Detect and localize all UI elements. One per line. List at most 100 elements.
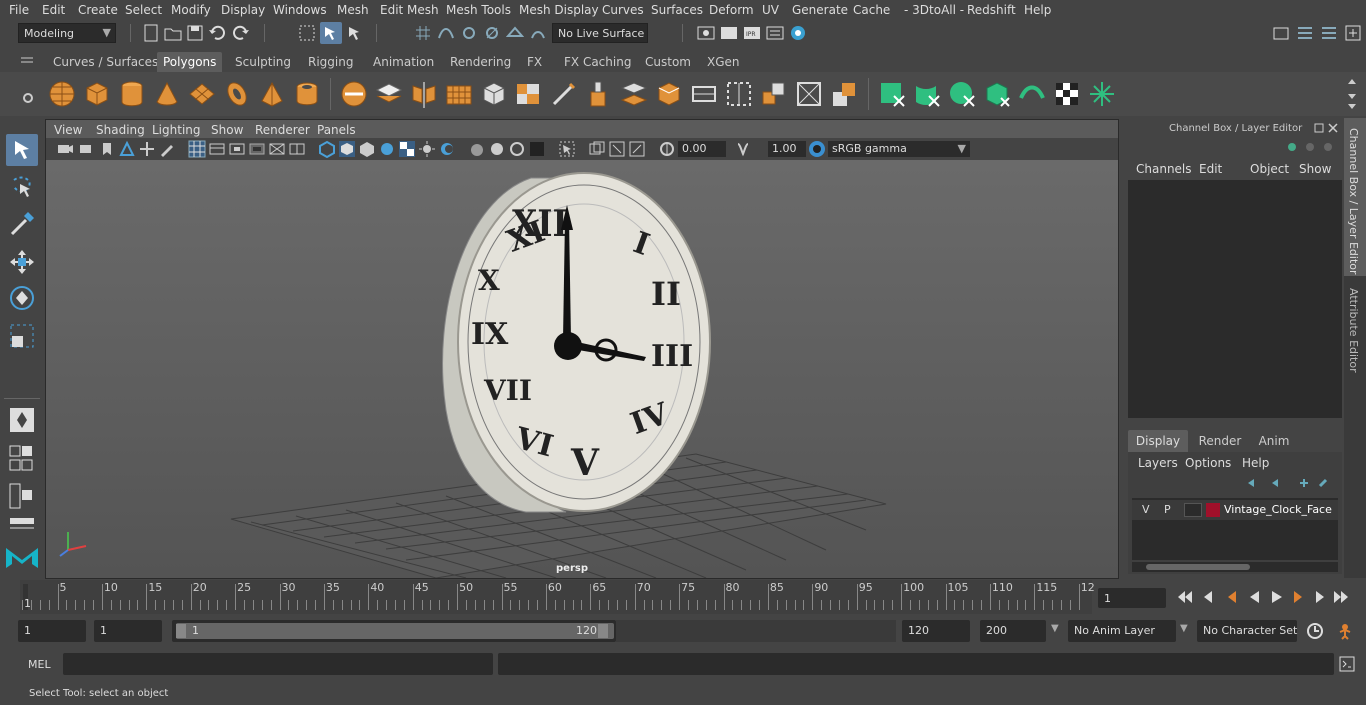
float-panel-icon[interactable] bbox=[1314, 123, 1324, 133]
smooth-icon[interactable] bbox=[445, 80, 473, 108]
bridge-icon[interactable] bbox=[620, 80, 648, 108]
show-manipulator-icon[interactable] bbox=[8, 406, 36, 434]
animation-preferences-icon[interactable] bbox=[1336, 622, 1354, 640]
menu-uv[interactable]: UV bbox=[762, 3, 779, 17]
select-object-button[interactable] bbox=[320, 22, 342, 44]
exposure-icon[interactable] bbox=[658, 140, 676, 158]
range-slider-bar-fill[interactable] bbox=[176, 623, 614, 639]
playback-end-field[interactable]: 120 bbox=[902, 620, 970, 642]
shelf-tab-polygons[interactable]: Polygons bbox=[157, 52, 223, 72]
menu-cache[interactable]: Cache bbox=[853, 3, 890, 17]
shelf-tab-sculpting[interactable]: Sculpting bbox=[229, 52, 297, 72]
wireframe-icon[interactable] bbox=[318, 140, 336, 158]
move-tool-icon[interactable] bbox=[8, 248, 36, 276]
shelf-tab-xgen[interactable]: XGen bbox=[701, 52, 746, 72]
target-weld-icon[interactable] bbox=[795, 80, 823, 108]
single-pane-layout-icon[interactable] bbox=[8, 444, 36, 472]
menu-edit[interactable]: Edit bbox=[42, 3, 65, 17]
menu-redshift[interactable]: Redshift bbox=[967, 3, 1016, 17]
menu-mesh-tools[interactable]: Mesh Tools bbox=[446, 3, 511, 17]
snap-view-icon[interactable] bbox=[483, 24, 501, 42]
shelf-tab-custom[interactable]: Custom bbox=[639, 52, 697, 72]
merge-icon[interactable] bbox=[690, 80, 718, 108]
go-to-start-icon[interactable] bbox=[1176, 591, 1192, 603]
poly-cylinder-icon[interactable] bbox=[118, 80, 146, 108]
menu-3dtoall[interactable]: - 3DtoAll - bbox=[904, 3, 964, 17]
uv-cut-sew-icon[interactable] bbox=[1018, 80, 1046, 108]
new-scene-icon[interactable] bbox=[142, 24, 160, 42]
menu-deform[interactable]: Deform bbox=[709, 3, 754, 17]
layer-name[interactable]: Vintage_Clock_Face bbox=[1224, 503, 1332, 516]
shelf-tab-fx-caching[interactable]: FX Caching bbox=[558, 52, 637, 72]
mode-dropdown[interactable]: Modeling ▼ bbox=[18, 23, 116, 43]
smooth-shade-icon[interactable] bbox=[338, 140, 356, 158]
step-forward-icon[interactable] bbox=[1316, 591, 1326, 603]
menu-modify[interactable]: Modify bbox=[171, 3, 211, 17]
options-menu[interactable]: Options bbox=[1185, 456, 1231, 470]
viewport-menu-panels[interactable]: Panels bbox=[317, 123, 356, 137]
camera-select-icon[interactable] bbox=[56, 140, 74, 158]
help-menu[interactable]: Help bbox=[1242, 456, 1269, 470]
poly-torus-icon[interactable] bbox=[223, 80, 251, 108]
shelf-menu-icon[interactable] bbox=[20, 56, 34, 66]
insert-edge-loop-icon[interactable] bbox=[725, 80, 753, 108]
resolution-gate-icon[interactable] bbox=[228, 140, 246, 158]
make-live-icon[interactable] bbox=[529, 24, 547, 42]
gate-mask-icon[interactable] bbox=[248, 140, 266, 158]
poly-pipe-icon[interactable] bbox=[293, 80, 321, 108]
two-pane-layout-icon[interactable] bbox=[8, 482, 36, 510]
hypershade-icon[interactable] bbox=[789, 24, 807, 42]
range-slider[interactable]: 1 120 bbox=[172, 620, 616, 642]
field-chart-icon[interactable] bbox=[268, 140, 286, 158]
grid-toggle-icon[interactable] bbox=[188, 140, 206, 158]
shelf-settings-icon[interactable] bbox=[22, 92, 34, 104]
save-scene-icon[interactable] bbox=[186, 24, 204, 42]
grease-pencil-icon[interactable] bbox=[158, 140, 176, 158]
channel-box-side-tab[interactable]: Channel Box / Layer Editor bbox=[1344, 118, 1366, 276]
viewport-scene[interactable]: XII I II III IV V VI VII IX X XI persp bbox=[46, 160, 1118, 578]
command-input[interactable] bbox=[63, 653, 493, 675]
auto-key-icon[interactable] bbox=[1306, 622, 1324, 640]
select-hierarchy-icon[interactable] bbox=[298, 24, 316, 42]
menu-create[interactable]: Create bbox=[78, 3, 118, 17]
paint-select-icon[interactable] bbox=[8, 210, 36, 238]
xray-icon[interactable] bbox=[588, 140, 606, 158]
layer-row[interactable]: V P Vintage_Clock_Face bbox=[1132, 500, 1338, 520]
select-component-icon[interactable] bbox=[346, 24, 364, 42]
viewport-menu-view[interactable]: View bbox=[54, 123, 82, 137]
viewport-menu-shading[interactable]: Shading bbox=[96, 123, 145, 137]
default-material-icon[interactable] bbox=[358, 140, 376, 158]
xray-components-icon[interactable] bbox=[628, 140, 646, 158]
range-slider-start-handle[interactable] bbox=[176, 624, 186, 638]
menu-display[interactable]: Display bbox=[221, 3, 265, 17]
multi-cut-icon[interactable] bbox=[550, 80, 578, 108]
screen-space-ao-icon[interactable] bbox=[468, 140, 486, 158]
menu-surfaces[interactable]: Surfaces bbox=[651, 3, 703, 17]
perspective-viewport[interactable]: View Shading Lighting Show Renderer Pane… bbox=[45, 119, 1119, 579]
chevron-down-icon[interactable]: ▼ bbox=[1180, 623, 1188, 634]
mirror-icon[interactable] bbox=[410, 80, 438, 108]
uv-checker-icon[interactable] bbox=[1053, 80, 1081, 108]
shelf-tab-animation[interactable]: Animation bbox=[367, 52, 440, 72]
chevron-down-icon[interactable]: ▼ bbox=[1051, 623, 1059, 634]
viewport-menu-lighting[interactable]: Lighting bbox=[152, 123, 201, 137]
channels-menu[interactable]: Channels bbox=[1136, 162, 1192, 176]
wireframe-on-shaded-icon[interactable] bbox=[378, 140, 396, 158]
current-frame-field[interactable]: 1 bbox=[1098, 588, 1166, 608]
step-back-icon[interactable] bbox=[1202, 591, 1212, 603]
poly-prism-icon[interactable] bbox=[258, 80, 286, 108]
depth-of-field-icon[interactable] bbox=[528, 140, 546, 158]
exposure-field[interactable]: 0.00 bbox=[678, 141, 726, 157]
extract-icon[interactable] bbox=[480, 80, 508, 108]
isolate-select-icon[interactable] bbox=[558, 140, 576, 158]
go-to-end-icon[interactable] bbox=[1334, 591, 1349, 603]
shelf-tab-curves-surfaces[interactable]: Curves / Surfaces bbox=[47, 52, 164, 72]
open-scene-icon[interactable] bbox=[164, 24, 182, 42]
layer-scrollbar-thumb[interactable] bbox=[1146, 564, 1250, 570]
step-forward-key-icon[interactable] bbox=[1294, 591, 1304, 603]
step-back-key-icon[interactable] bbox=[1226, 591, 1236, 603]
snap-surface-icon[interactable] bbox=[506, 24, 524, 42]
workspace-icon[interactable] bbox=[1272, 24, 1290, 42]
live-surface-field[interactable]: No Live Surface bbox=[552, 23, 648, 43]
uv-planar-icon[interactable] bbox=[878, 80, 906, 108]
